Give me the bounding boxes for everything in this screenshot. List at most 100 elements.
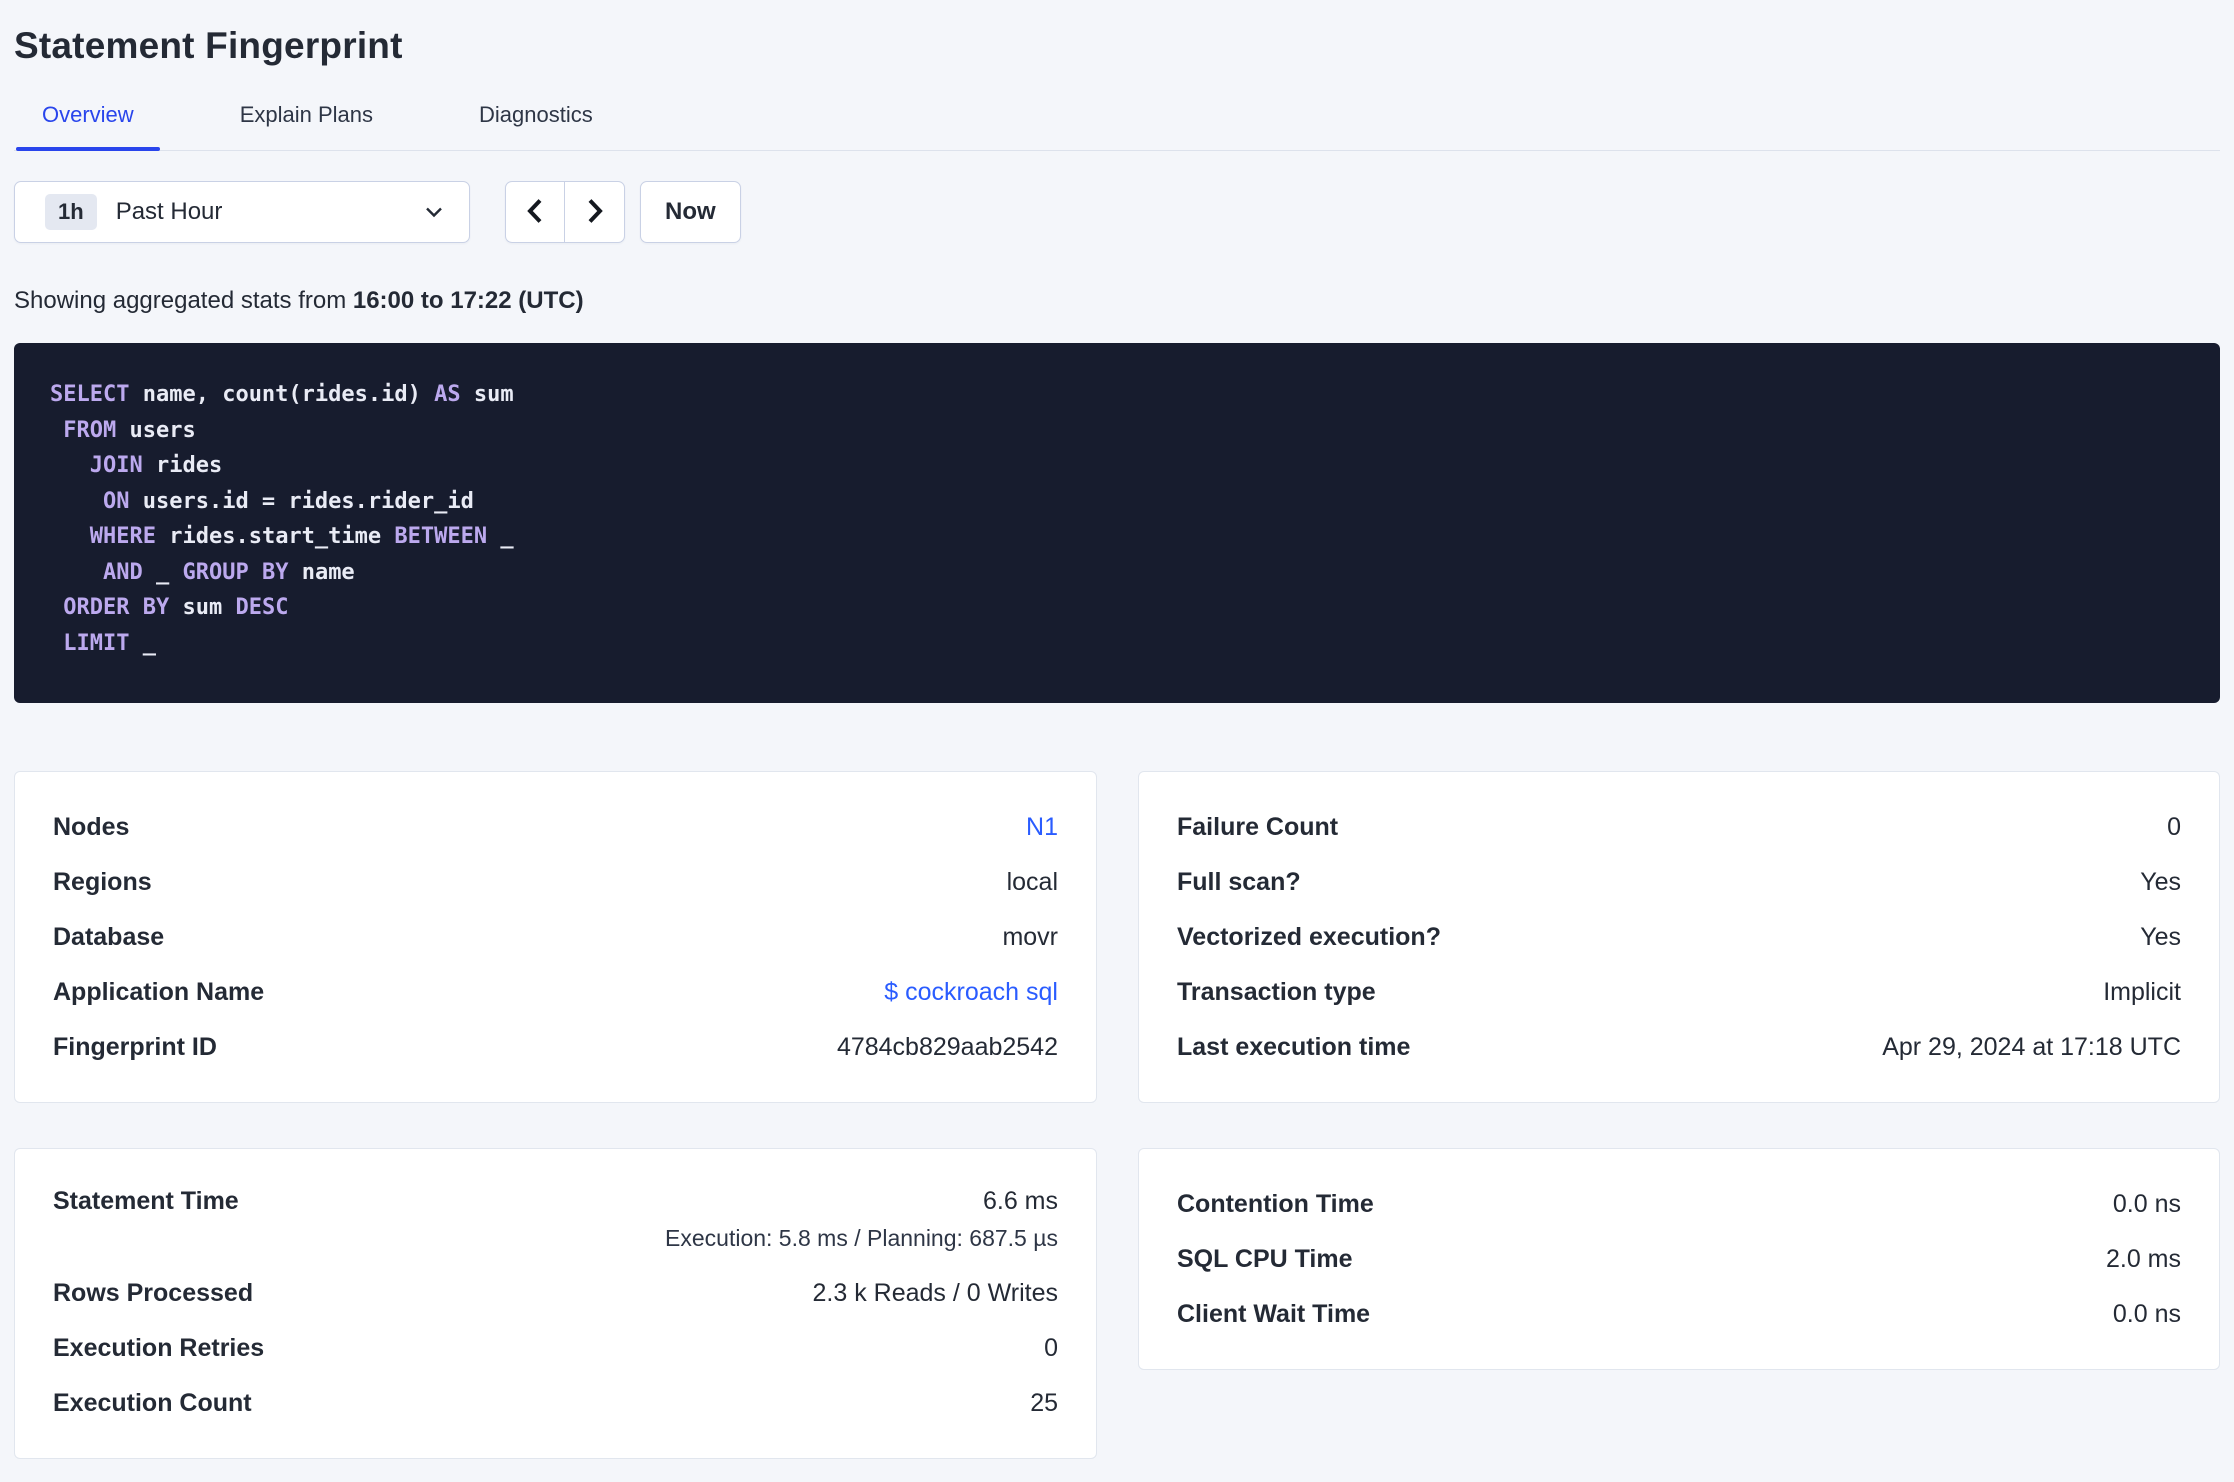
stat-value-regions: local: [1006, 868, 1058, 896]
stat-link-nodes[interactable]: N1: [1026, 813, 1058, 842]
stat-row-application-name: Application Name $ cockroach sql: [53, 965, 1058, 1020]
stat-row-statement-time: Statement Time 6.6 ms Execution: 5.8 ms / …: [53, 1177, 1058, 1266]
stat-value-transaction-type: Implicit: [2103, 978, 2181, 1006]
sql-line: JOIN rides: [50, 448, 2184, 484]
tab-overview[interactable]: Overview: [16, 86, 160, 151]
stat-value-client-wait-time: 0.0 ns: [2112, 1300, 2181, 1328]
chevron-left-icon: [527, 198, 543, 227]
sql-keyword: AND: [102, 559, 143, 585]
sql-keyword: DESC: [235, 595, 289, 620]
sql-line: AND _ GROUP BY name: [50, 555, 2184, 591]
stat-value-execution-count: 25: [1030, 1389, 1058, 1417]
stat-value-wrap: 0.0 ns: [2113, 1190, 2181, 1219]
sql-keyword: BETWEEN: [394, 524, 488, 549]
sql-text: rides: [142, 453, 223, 478]
stat-row-sql-cpu-time: SQL CPU Time 2.0 ms: [1177, 1232, 2181, 1287]
tab-overview-label: Overview: [42, 102, 134, 127]
sql-text: _: [129, 630, 156, 656]
stat-label-execution-retries: Execution Retries: [53, 1334, 265, 1362]
stat-label-last-execution-time: Last execution time: [1177, 1033, 1411, 1061]
time-prev-button[interactable]: [506, 182, 565, 242]
stat-value-database: movr: [1002, 923, 1058, 951]
stat-label-fingerprint-id: Fingerprint ID: [53, 1033, 217, 1061]
sql-text: _: [142, 559, 183, 585]
tab-explain-plans[interactable]: Explain Plans: [214, 86, 399, 150]
stat-label-regions: Regions: [53, 868, 152, 896]
sql-keyword: GROUP BY: [182, 559, 289, 585]
aggregated-stats-line: Showing aggregated stats from 16:00 to 1…: [14, 287, 2220, 315]
stat-row-nodes: Nodes N1: [53, 800, 1058, 855]
stat-row-database: Database movr: [53, 910, 1058, 965]
sql-statement-box: SELECT name, count(rides.id) AS sum FROM…: [14, 343, 2220, 703]
stat-label-sql-cpu-time: SQL CPU Time: [1177, 1245, 1353, 1273]
tab-diagnostics-label: Diagnostics: [479, 102, 593, 127]
stat-row-execution-count: Execution Count 25: [53, 1376, 1058, 1431]
stat-label-failure-count: Failure Count: [1177, 813, 1339, 841]
details-cards-row: Nodes N1 Regions local Database movr Applicati…: [14, 771, 2220, 1103]
stat-row-transaction-type: Transaction type Implicit: [1177, 965, 2181, 1020]
time-nav-button-group: [505, 181, 625, 243]
sql-text: _: [487, 524, 514, 549]
stat-row-rows-processed: Rows Processed 2.3 k Reads / 0 Writes: [53, 1266, 1058, 1321]
stat-value-wrap: Yes: [2140, 923, 2181, 952]
sql-keyword: LIMIT: [63, 630, 130, 656]
page-title: Statement Fingerprint: [14, 25, 403, 66]
aggregated-stats-range: 16:00 to 17:22 (UTC): [352, 287, 584, 314]
sql-line: WHERE rides.start_time BETWEEN _: [50, 519, 2184, 555]
time-range-dropdown[interactable]: 1h Past Hour: [14, 181, 470, 243]
stat-row-vectorized-execution: Vectorized execution? Yes: [1177, 910, 2181, 965]
stat-value-last-execution-time: Apr 29, 2024 at 17:18 UTC: [1882, 1033, 2181, 1061]
aggregated-stats-prefix: Showing aggregated stats from: [14, 287, 353, 314]
sql-line: ORDER BY sum DESC: [50, 590, 2184, 626]
time-range-badge: 1h: [45, 194, 97, 230]
tab-bar: Overview Explain Plans Diagnostics: [14, 86, 2220, 151]
time-next-button[interactable]: [565, 182, 624, 242]
stat-label-statement-time: Statement Time: [53, 1187, 239, 1215]
tab-diagnostics[interactable]: Diagnostics: [453, 86, 619, 150]
stat-label-nodes: Nodes: [53, 813, 130, 841]
stat-label-execution-count: Execution Count: [53, 1389, 252, 1417]
stat-label-database: Database: [53, 923, 165, 951]
stat-value-wrap: Yes: [2140, 868, 2181, 897]
stat-value-failure-count: 0: [2167, 813, 2181, 841]
statement-times-card: Statement Time 6.6 ms Execution: 5.8 ms / …: [14, 1148, 1097, 1459]
stat-value-rows-processed: 2.3 k Reads / 0 Writes: [812, 1279, 1058, 1307]
sql-line: LIMIT _: [50, 626, 2184, 662]
stat-value-execution-retries: 0: [1044, 1334, 1058, 1362]
stat-value-wrap: Implicit: [2103, 978, 2181, 1007]
execution-attributes-card: Failure Count 0 Full scan? Yes Vectorized ex…: [1138, 771, 2220, 1103]
stat-link-application-name[interactable]: $ cockroach sql: [884, 978, 1058, 1007]
stat-value-wrap: 0: [1044, 1334, 1058, 1363]
stat-label-client-wait-time: Client Wait Time: [1177, 1300, 1371, 1328]
stat-label-contention-time: Contention Time: [1177, 1190, 1374, 1218]
sql-text: users: [116, 417, 196, 443]
stat-label-full-scan: Full scan?: [1177, 868, 1301, 896]
sql-keyword: SELECT: [50, 382, 130, 407]
stat-value-wrap: 2.0 ms: [2106, 1245, 2181, 1274]
stat-label-vectorized-execution: Vectorized execution?: [1177, 923, 1441, 951]
stat-value-wrap: N1: [1026, 813, 1058, 842]
stat-value-wrap: $ cockroach sql: [884, 978, 1058, 1007]
sql-text: users.id = rides.rider_id: [129, 488, 474, 514]
statement-fingerprint-page: Statement Fingerprint Overview Explain P…: [0, 24, 2234, 1459]
sql-line: FROM users: [50, 413, 2184, 449]
stat-row-full-scan: Full scan? Yes: [1177, 855, 2181, 910]
stat-value-wrap: 4784cb829aab2542: [837, 1033, 1058, 1062]
sql-text: rides.start_time: [155, 524, 395, 549]
tab-explain-plans-label: Explain Plans: [239, 102, 373, 127]
sql-keyword: JOIN: [89, 453, 143, 478]
time-picker-row: 1h Past Hour Now: [14, 181, 2220, 243]
now-button[interactable]: Now: [640, 181, 741, 243]
sql-text: name, count(rides.id): [129, 382, 435, 407]
stat-label-transaction-type: Transaction type: [1177, 978, 1376, 1006]
stat-value-wrap: Apr 29, 2024 at 17:18 UTC: [1882, 1033, 2181, 1062]
stat-value-full-scan: Yes: [2140, 868, 2181, 896]
sql-keyword: FROM: [63, 417, 117, 443]
sql-text: name: [288, 559, 355, 585]
stat-value-statement-time: 6.6 ms: [982, 1187, 1058, 1215]
sql-keyword: ORDER BY: [63, 595, 170, 620]
stat-row-fingerprint-id: Fingerprint ID 4784cb829aab2542: [53, 1020, 1058, 1075]
